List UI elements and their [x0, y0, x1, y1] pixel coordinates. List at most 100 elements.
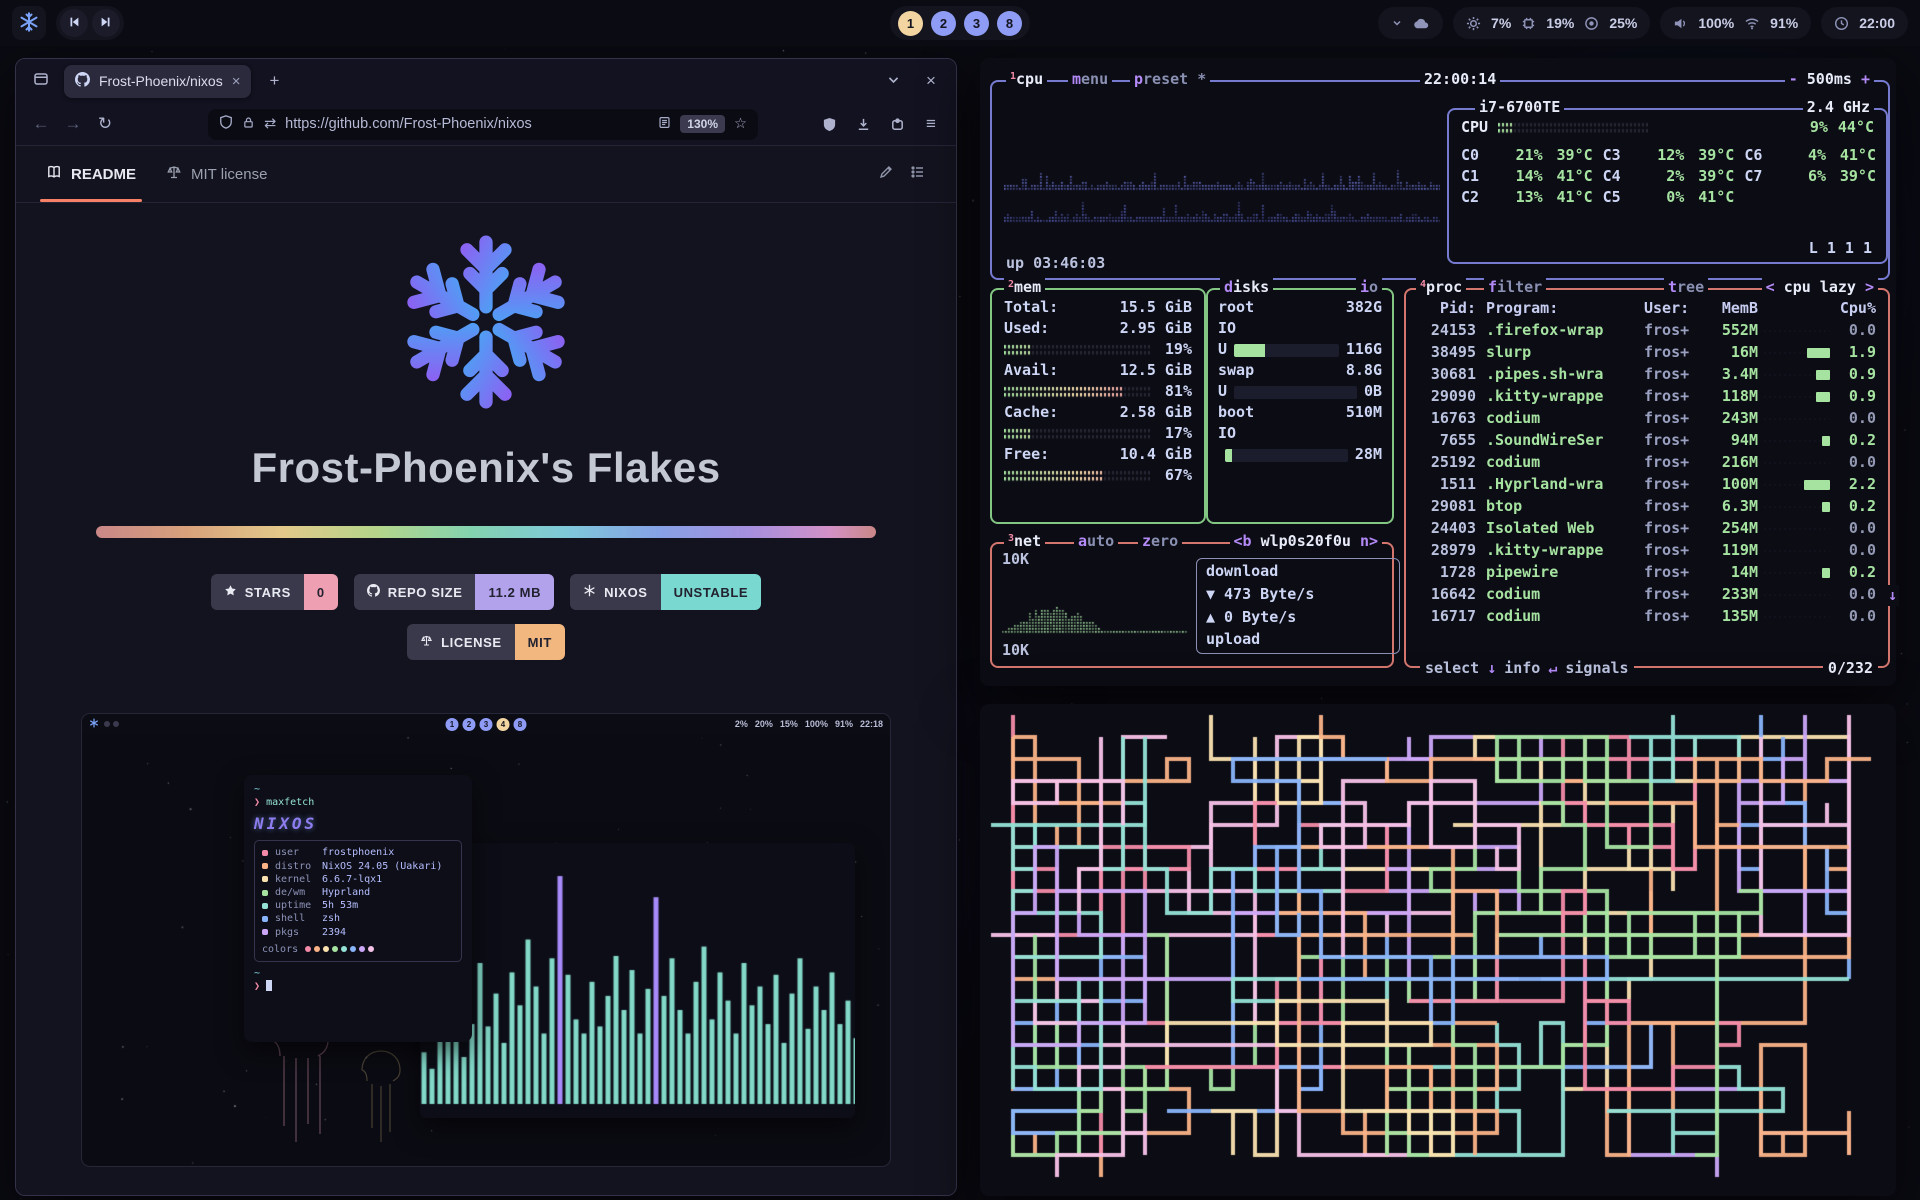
process-row-38495[interactable]: 38495slurpfros+16M1.9	[1410, 342, 1884, 364]
fetch-info-row: distroNixOS 24.05 (Uakari)	[262, 860, 454, 873]
cpu-model: i7-6700TE	[1475, 98, 1564, 118]
tab-mit-license[interactable]: MIT license	[166, 146, 267, 202]
cpu-box-title[interactable]: 1cpu	[1006, 70, 1047, 90]
workspace-button-2[interactable]: 2	[931, 11, 956, 36]
process-row-16763[interactable]: 16763codiumfros+243M0.0	[1410, 408, 1884, 430]
btop-disks-box: disks io root382GIOU116Gswap8.8GU0Bboot5…	[1206, 288, 1394, 524]
forward-button[interactable]: →	[58, 109, 88, 139]
disk-usage-bar	[1234, 386, 1357, 399]
tab-close-icon[interactable]: ×	[232, 73, 241, 90]
menu-button[interactable]: ≡	[916, 109, 946, 139]
fetch-info-row: kernel6.6.7-lqx1	[262, 873, 454, 886]
palette-dot	[305, 946, 311, 952]
url-text: https://github.com/Frost-Phoenix/nixos	[285, 116, 649, 132]
list-tabs-button[interactable]	[878, 66, 908, 96]
scroll-down-indicator[interactable]: ↓	[1886, 585, 1899, 607]
column-user[interactable]: User:	[1644, 299, 1706, 319]
audio-network-widget[interactable]: 100% 91%	[1660, 7, 1811, 39]
zoom-level-badge[interactable]: 130%	[680, 115, 725, 133]
palette-dot	[350, 946, 356, 952]
new-tab-button[interactable]: +	[259, 66, 289, 96]
download-label: download	[1206, 562, 1390, 582]
url-bar[interactable]: ⇄ https://github.com/Frost-Phoenix/nixos…	[208, 109, 758, 140]
process-row-29081[interactable]: 29081btopfros+6.3M0.2	[1410, 496, 1884, 518]
browser-tab[interactable]: Frost-Phoenix/nixos ×	[64, 65, 251, 98]
desktop-screenshot-image[interactable]: 12348 2% 20% 15% 100% 91% 22:18	[82, 714, 890, 1166]
skip-previous-icon	[67, 15, 81, 32]
system-stats-widget[interactable]: 7% 19% 25%	[1453, 7, 1650, 39]
column-mem[interactable]: MemB	[1706, 299, 1758, 319]
wifi-strength: 91%	[1770, 15, 1798, 31]
net-interface[interactable]: <b wlp0s20f0u n>	[1230, 532, 1383, 552]
process-row-16642[interactable]: 16642codiumfros+233M0.0	[1410, 584, 1884, 606]
extensions-button[interactable]	[882, 109, 912, 139]
process-row-1511[interactable]: 1511.Hyprland-wrafros+100M2.2	[1410, 474, 1884, 496]
process-row-1728[interactable]: 1728pipewirefros+14M0.2	[1410, 562, 1884, 584]
proc-box-title[interactable]: 4proc	[1416, 278, 1466, 298]
back-button[interactable]: ←	[26, 109, 56, 139]
btop-net-box: 3net auto zero <b wlp0s20f0u n> 10K 10K …	[990, 542, 1394, 668]
sort-selector[interactable]: < cpu lazy >	[1762, 278, 1878, 298]
reader-mode-icon[interactable]	[658, 116, 671, 133]
media-next-button[interactable]	[92, 9, 120, 37]
permissions-icon[interactable]: ⇄	[264, 116, 276, 132]
column-cpu[interactable]: Cpu%	[1836, 299, 1876, 319]
weather-widget[interactable]	[1378, 7, 1443, 39]
lock-icon[interactable]	[242, 116, 255, 133]
mem-row-Free: Free:10.4 GiB	[1004, 445, 1192, 465]
clock-widget[interactable]: 22:00	[1821, 7, 1908, 39]
tab-readme[interactable]: README	[46, 146, 136, 202]
proc-header-row: Pid: Program: User: MemB Cpu%	[1410, 298, 1884, 320]
adblock-shield-icon[interactable]	[814, 109, 844, 139]
uptime-label: up 03:46:03	[1006, 254, 1105, 274]
net-box-title[interactable]: 3net	[1004, 532, 1045, 552]
workspace-button-1[interactable]: 1	[898, 11, 923, 36]
workspace-button-3[interactable]: 3	[964, 11, 989, 36]
process-row-29090[interactable]: 29090.kitty-wrappefros+118M0.9	[1410, 386, 1884, 408]
process-row-24153[interactable]: 24153.firefox-wrapfros+552M0.0	[1410, 320, 1884, 342]
downloads-button[interactable]	[848, 109, 878, 139]
badge-repo-size: REPO SIZE11.2 MB	[354, 574, 554, 610]
window-close-button[interactable]: ×	[916, 66, 946, 96]
process-row-30681[interactable]: 30681.pipes.sh-wrafros+3.4M0.9	[1410, 364, 1884, 386]
disk-icon	[1584, 16, 1599, 31]
reload-button[interactable]: ↻	[90, 109, 120, 139]
net-zero-option[interactable]: zero	[1138, 532, 1182, 552]
process-row-25192[interactable]: 25192codiumfros+216M0.0	[1410, 452, 1884, 474]
io-toggle[interactable]: io	[1356, 278, 1382, 298]
column-program[interactable]: Program:	[1476, 299, 1644, 319]
filter-option[interactable]: filter	[1484, 278, 1546, 298]
browser-nav-bar: ← → ↻ ⇄ https://github.com/Frost-Phoenix…	[16, 103, 956, 146]
process-row-7655[interactable]: 7655.SoundWireSerfros+94M0.2	[1410, 430, 1884, 452]
process-row-24403[interactable]: 24403Isolated Webfros+254M0.0	[1410, 518, 1884, 540]
pipes-art	[980, 704, 1896, 1196]
firefox-view-button[interactable]	[26, 66, 56, 96]
update-interval[interactable]: - 500ms +	[1785, 70, 1874, 90]
disks-box-title[interactable]: disks	[1220, 278, 1273, 298]
tree-option[interactable]: tree	[1664, 278, 1708, 298]
wifi-icon	[1744, 15, 1760, 31]
badge-nixos: NIXOS UNSTABLE	[570, 574, 761, 610]
column-pid[interactable]: Pid:	[1418, 299, 1476, 319]
outline-list-icon[interactable]	[910, 164, 926, 185]
badge-value: UNSTABLE	[661, 574, 762, 610]
edit-pencil-icon[interactable]	[878, 164, 894, 185]
nixos-launcher-button[interactable]	[12, 6, 46, 40]
workspace-button-8[interactable]: 8	[997, 11, 1022, 36]
menu-option[interactable]: menu	[1068, 70, 1112, 90]
process-row-28979[interactable]: 28979.kitty-wrappefros+119M0.0	[1410, 540, 1884, 562]
fetch-info-row: pkgs2394	[262, 926, 454, 939]
tracking-shield-icon[interactable]	[219, 115, 233, 133]
preset-option[interactable]: preset *	[1130, 70, 1210, 90]
cpu-mini-graph	[1822, 502, 1830, 512]
process-row-16717[interactable]: 16717codiumfros+135M0.0	[1410, 606, 1884, 628]
fetch-colors-row: colors	[262, 943, 454, 956]
cpu-mini-graph	[1816, 370, 1830, 380]
media-prev-button[interactable]	[60, 9, 88, 37]
mem-box-title[interactable]: 2mem	[1004, 278, 1045, 298]
badge-label-text: NIXOS	[604, 585, 647, 600]
net-auto-option[interactable]: auto	[1074, 532, 1118, 552]
bookmark-star-icon[interactable]: ☆	[734, 116, 747, 132]
cpu-mini-graph	[1822, 436, 1830, 446]
core-C4: C42%39°C	[1603, 167, 1735, 188]
